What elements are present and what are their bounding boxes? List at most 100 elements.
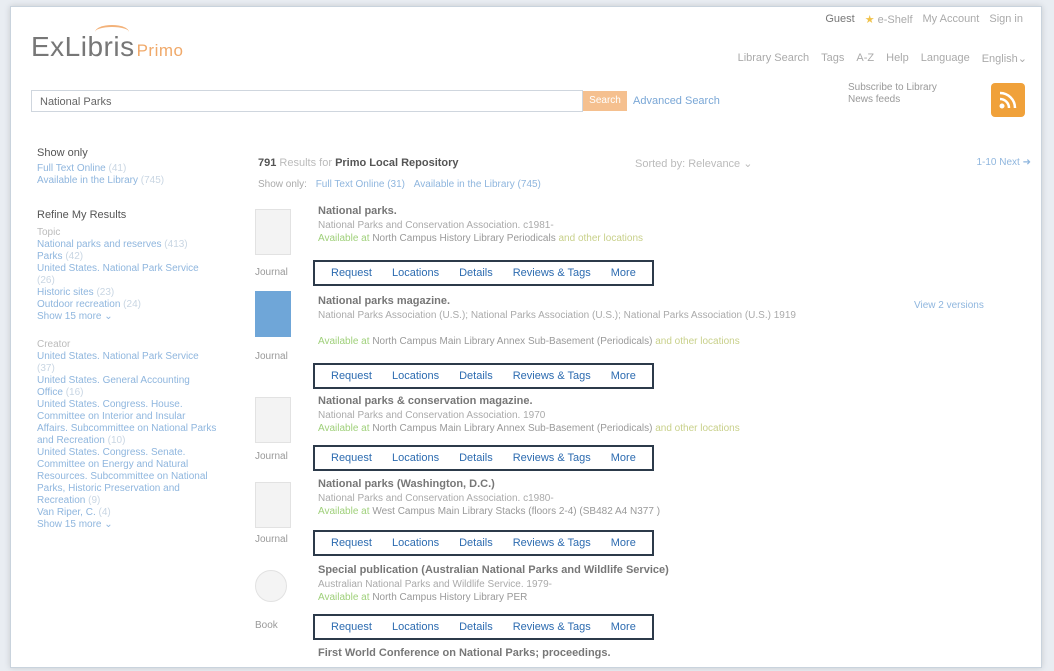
details-button[interactable]: Details — [449, 370, 503, 382]
show-only-available-link[interactable]: Available in the Library (745) — [414, 179, 541, 190]
record-author: National Parks and Conservation Associat… — [318, 493, 554, 504]
locations-button[interactable]: Locations — [382, 621, 449, 633]
details-button[interactable]: Details — [449, 537, 503, 549]
record-thumbnail[interactable] — [255, 570, 287, 602]
star-icon: ★ — [864, 14, 875, 26]
record-actions: Request Locations Details Reviews & Tags… — [313, 363, 654, 389]
advanced-search-link[interactable]: Advanced Search — [633, 95, 720, 107]
show-only-title: Show only — [37, 147, 88, 159]
request-button[interactable]: Request — [321, 621, 382, 633]
nav-help[interactable]: Help — [886, 52, 909, 65]
show-more-creators[interactable]: Show 15 more ⌄ — [37, 519, 113, 530]
facet-topic[interactable]: United States. National Park Service (26… — [37, 263, 217, 287]
my-account-link[interactable]: My Account — [923, 13, 980, 26]
request-button[interactable]: Request — [321, 267, 382, 279]
facet-creator[interactable]: United States. Congress. House. Committe… — [37, 399, 217, 447]
details-button[interactable]: Details — [449, 267, 503, 279]
reviews-tags-button[interactable]: Reviews & Tags — [503, 621, 601, 633]
record-thumbnail[interactable] — [255, 209, 291, 255]
facets-sidebar: Show only Full Text Online (41) Availabl… — [37, 147, 217, 531]
record-title[interactable]: National parks. — [318, 205, 397, 217]
facet-creator[interactable]: United States. General Accounting Office… — [37, 375, 217, 399]
chevron-down-icon: ⌄ — [104, 519, 113, 530]
view-versions-link[interactable]: View 2 versions — [914, 300, 984, 311]
nav-library-search[interactable]: Library Search — [738, 52, 810, 65]
sort-control[interactable]: Sorted by: Relevance ⌄ — [635, 157, 752, 170]
request-button[interactable]: Request — [321, 370, 382, 382]
record-thumbnail[interactable] — [255, 291, 291, 337]
record-type: Book — [255, 620, 278, 631]
record-thumbnail[interactable] — [255, 397, 291, 443]
results-count: 791 — [258, 157, 277, 169]
more-button[interactable]: More — [601, 267, 646, 279]
record-title[interactable]: Special publication (Australian National… — [318, 564, 669, 576]
facet-full-text[interactable]: Full Text Online (41) — [37, 163, 217, 175]
record-actions: Request Locations Details Reviews & Tags… — [313, 614, 654, 640]
record-author: National Parks and Conservation Associat… — [318, 220, 554, 231]
logo-sub: Primo — [136, 41, 184, 60]
results-summary: 791 Results for Primo Local Repository — [258, 157, 459, 169]
record-title[interactable]: First World Conference on National Parks… — [318, 647, 611, 659]
reviews-tags-button[interactable]: Reviews & Tags — [503, 537, 601, 549]
record-title[interactable]: National parks & conservation magazine. — [318, 395, 533, 407]
more-button[interactable]: More — [601, 370, 646, 382]
user-bar: Guest ★ e-Shelf My Account Sign in — [825, 13, 1023, 26]
exlibris-logo[interactable]: ExLibris Primo — [31, 31, 184, 63]
record-title[interactable]: National parks (Washington, D.C.) — [318, 478, 495, 490]
search-button[interactable]: Search — [583, 91, 627, 111]
facet-creator[interactable]: United States. Congress. Senate. Committ… — [37, 447, 217, 507]
chevron-down-icon: ⌄ — [104, 311, 113, 322]
record-type: Journal — [255, 534, 288, 545]
topic-title: Topic — [37, 227, 61, 238]
primo-page: ExLibris Primo Guest ★ e-Shelf My Account… — [10, 6, 1042, 668]
top-nav: Library Search Tags A-Z Help Language En… — [738, 52, 1027, 65]
record-type: Journal — [255, 267, 288, 278]
details-button[interactable]: Details — [449, 621, 503, 633]
record-actions: Request Locations Details Reviews & Tags… — [313, 260, 654, 286]
nav-tags[interactable]: Tags — [821, 52, 844, 65]
locations-button[interactable]: Locations — [382, 267, 449, 279]
more-button[interactable]: More — [601, 452, 646, 464]
reviews-tags-button[interactable]: Reviews & Tags — [503, 452, 601, 464]
show-more-topics[interactable]: Show 15 more ⌄ — [37, 311, 113, 322]
record-actions: Request Locations Details Reviews & Tags… — [313, 530, 654, 556]
locations-button[interactable]: Locations — [382, 537, 449, 549]
facet-topic[interactable]: National parks and reserves (413) — [37, 239, 217, 251]
nav-a-z[interactable]: A-Z — [856, 52, 874, 65]
record-thumbnail[interactable] — [255, 482, 291, 528]
facet-creator[interactable]: Van Riper, C. (4) — [37, 507, 217, 519]
refine-title: Refine My Results — [37, 209, 127, 221]
facet-available[interactable]: Available in the Library (745) — [37, 175, 217, 187]
locations-button[interactable]: Locations — [382, 452, 449, 464]
show-only-fulltext-link[interactable]: Full Text Online (31) — [316, 179, 405, 190]
more-button[interactable]: More — [601, 537, 646, 549]
record-availability: Available at North Campus History Librar… — [318, 233, 644, 244]
details-button[interactable]: Details — [449, 452, 503, 464]
record-title[interactable]: National parks magazine. — [318, 295, 450, 307]
locations-button[interactable]: Locations — [382, 370, 449, 382]
record-type: Journal — [255, 351, 288, 362]
reviews-tags-button[interactable]: Reviews & Tags — [503, 370, 601, 382]
more-button[interactable]: More — [601, 621, 646, 633]
record-availability: Available at North Campus Main Library A… — [318, 336, 740, 347]
record-availability: Available at North Campus History Librar… — [318, 592, 528, 603]
facet-creator[interactable]: United States. National Park Service (37… — [37, 351, 217, 375]
search-input[interactable]: National Parks — [31, 90, 583, 112]
record-availability: Available at North Campus Main Library A… — [318, 423, 740, 434]
sign-in-link[interactable]: Sign in — [989, 13, 1023, 26]
pager[interactable]: 1-10 Next ➜ — [976, 157, 1031, 168]
record-availability: Available at West Campus Main Library St… — [318, 506, 661, 517]
request-button[interactable]: Request — [321, 537, 382, 549]
language-select[interactable]: English⌄ — [982, 52, 1027, 65]
eshelf-link[interactable]: ★ e-Shelf — [865, 13, 913, 26]
guest-label: Guest — [825, 13, 855, 25]
request-button[interactable]: Request — [321, 452, 382, 464]
facet-topic[interactable]: Historic sites (23) — [37, 287, 217, 299]
record-author: National Parks Association (U.S.); Natio… — [318, 310, 796, 321]
reviews-tags-button[interactable]: Reviews & Tags — [503, 267, 601, 279]
facet-topic[interactable]: Outdoor recreation (24) — [37, 299, 217, 311]
chevron-down-icon: ⌄ — [1017, 53, 1027, 65]
nav-language: Language — [920, 52, 970, 64]
rss-icon[interactable] — [991, 83, 1025, 117]
facet-topic[interactable]: Parks (42) — [37, 251, 217, 263]
